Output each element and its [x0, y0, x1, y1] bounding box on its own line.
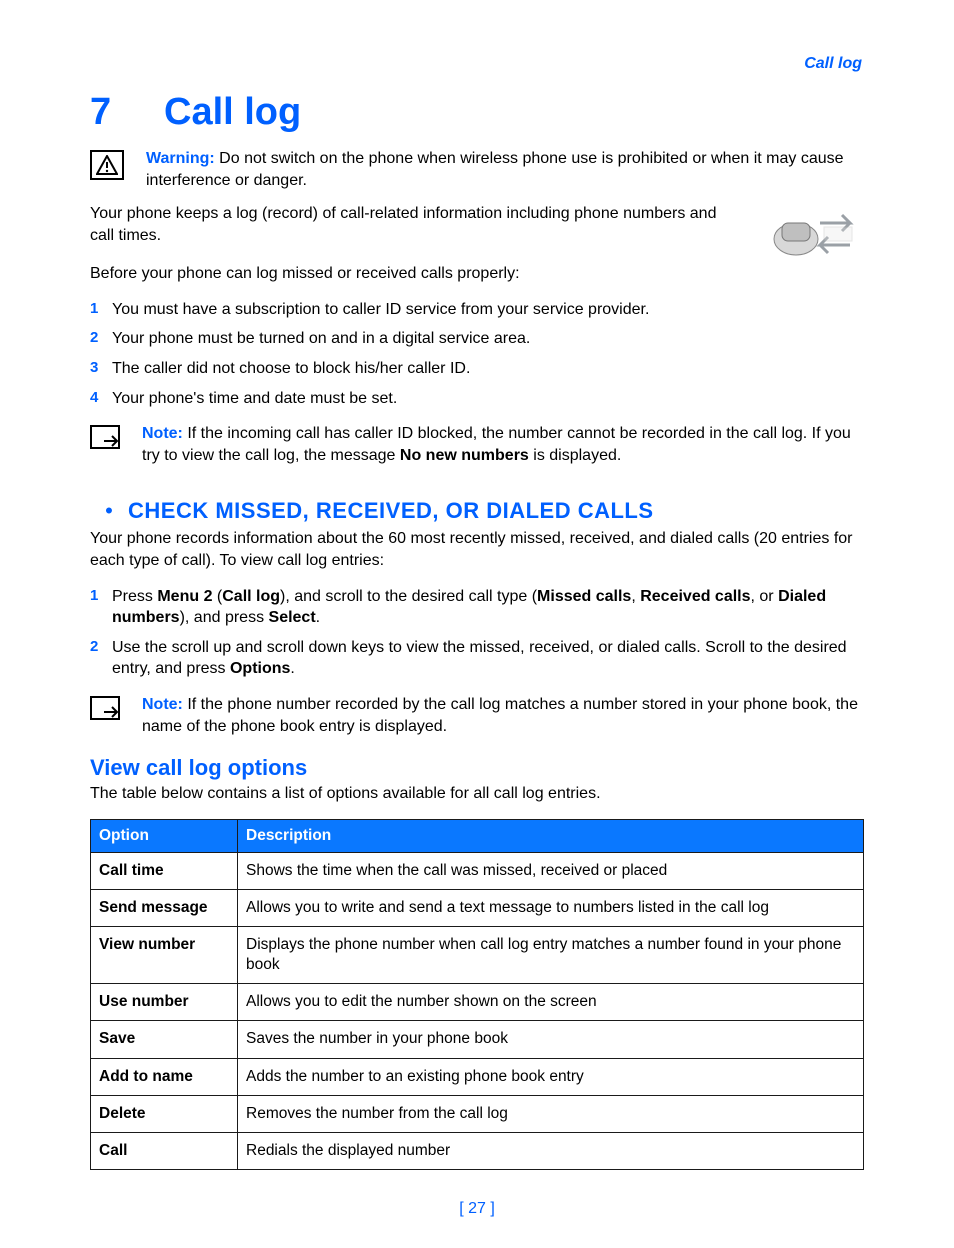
list-number: 2 [90, 637, 112, 657]
running-head: Call log [90, 55, 862, 73]
note-block: Note: If the phone number recorded by th… [90, 694, 864, 737]
chapter-number: 7 [90, 91, 164, 134]
option-name: View number [91, 926, 238, 983]
note-label: Note: [142, 696, 183, 713]
table-row: SaveSaves the number in your phone book [91, 1021, 864, 1058]
note-block: Note: If the incoming call has caller ID… [90, 423, 864, 466]
note-icon [90, 425, 122, 449]
intro-paragraph: Your phone keeps a log (record) of call-… [90, 203, 864, 246]
steps-list: 1 Press Menu 2 (Call log), and scroll to… [90, 586, 864, 680]
option-description: Shows the time when the call was missed,… [238, 852, 864, 889]
option-name: Use number [91, 984, 238, 1021]
table-row: Call timeShows the time when the call wa… [91, 852, 864, 889]
step-text: Use the scroll up and scroll down keys t… [112, 637, 864, 680]
list-item-text: Your phone must be turned on and in a di… [112, 328, 864, 350]
option-description: Allows you to write and send a text mess… [238, 889, 864, 926]
table-row: Add to nameAdds the number to an existin… [91, 1058, 864, 1095]
phone-illustration [754, 205, 864, 263]
note-label: Note: [142, 425, 183, 442]
list-number: 4 [90, 388, 112, 408]
option-name: Add to name [91, 1058, 238, 1095]
warning-label: Warning: [146, 150, 215, 167]
list-item-text: The caller did not choose to block his/h… [112, 358, 864, 380]
option-name: Call time [91, 852, 238, 889]
note-text: If the phone number recorded by the call… [142, 696, 858, 735]
option-description: Adds the number to an existing phone boo… [238, 1058, 864, 1095]
option-description: Redials the displayed number [238, 1132, 864, 1169]
list-item-text: You must have a subscription to caller I… [112, 299, 864, 321]
subsection-title: View call log options [90, 755, 864, 781]
table-header-description: Description [238, 819, 864, 852]
chapter-title: Call log [164, 91, 301, 134]
list-number: 3 [90, 358, 112, 378]
section-intro: Your phone records information about the… [90, 528, 864, 571]
note-bold: No new numbers [400, 447, 529, 464]
warning-text: Do not switch on the phone when wireless… [146, 150, 844, 189]
section-title: CHECK MISSED, RECEIVED, OR DIALED CALLS [128, 498, 654, 524]
list-number: 2 [90, 328, 112, 348]
option-name: Delete [91, 1095, 238, 1132]
step-text: Press Menu 2 (Call log), and scroll to t… [112, 586, 864, 629]
option-name: Save [91, 1021, 238, 1058]
option-description: Displays the phone number when call log … [238, 926, 864, 983]
option-name: Send message [91, 889, 238, 926]
chapter-heading: 7 Call log [90, 91, 864, 134]
list-number: 1 [90, 586, 112, 606]
section-heading: • CHECK MISSED, RECEIVED, OR DIALED CALL… [90, 498, 864, 524]
table-row: CallRedials the displayed number [91, 1132, 864, 1169]
list-item-text: Your phone's time and date must be set. [112, 388, 864, 410]
warning-icon [90, 150, 124, 180]
warning-block: Warning: Do not switch on the phone when… [90, 148, 864, 191]
precondition-list: 1You must have a subscription to caller … [90, 299, 864, 409]
table-header-option: Option [91, 819, 238, 852]
subsection-intro: The table below contains a list of optio… [90, 783, 864, 805]
table-row: View numberDisplays the phone number whe… [91, 926, 864, 983]
bullet-icon: • [90, 498, 128, 524]
page-number: [ 27 ] [0, 1200, 954, 1218]
precondition-paragraph: Before your phone can log missed or rece… [90, 263, 864, 285]
table-row: Send messageAllows you to write and send… [91, 889, 864, 926]
note-text-part: is displayed. [529, 447, 622, 464]
list-number: 1 [90, 299, 112, 319]
option-description: Allows you to edit the number shown on t… [238, 984, 864, 1021]
option-name: Call [91, 1132, 238, 1169]
options-table: Option Description Call timeShows the ti… [90, 819, 864, 1170]
table-row: Use numberAllows you to edit the number … [91, 984, 864, 1021]
table-row: DeleteRemoves the number from the call l… [91, 1095, 864, 1132]
note-icon [90, 696, 122, 720]
option-description: Saves the number in your phone book [238, 1021, 864, 1058]
option-description: Removes the number from the call log [238, 1095, 864, 1132]
